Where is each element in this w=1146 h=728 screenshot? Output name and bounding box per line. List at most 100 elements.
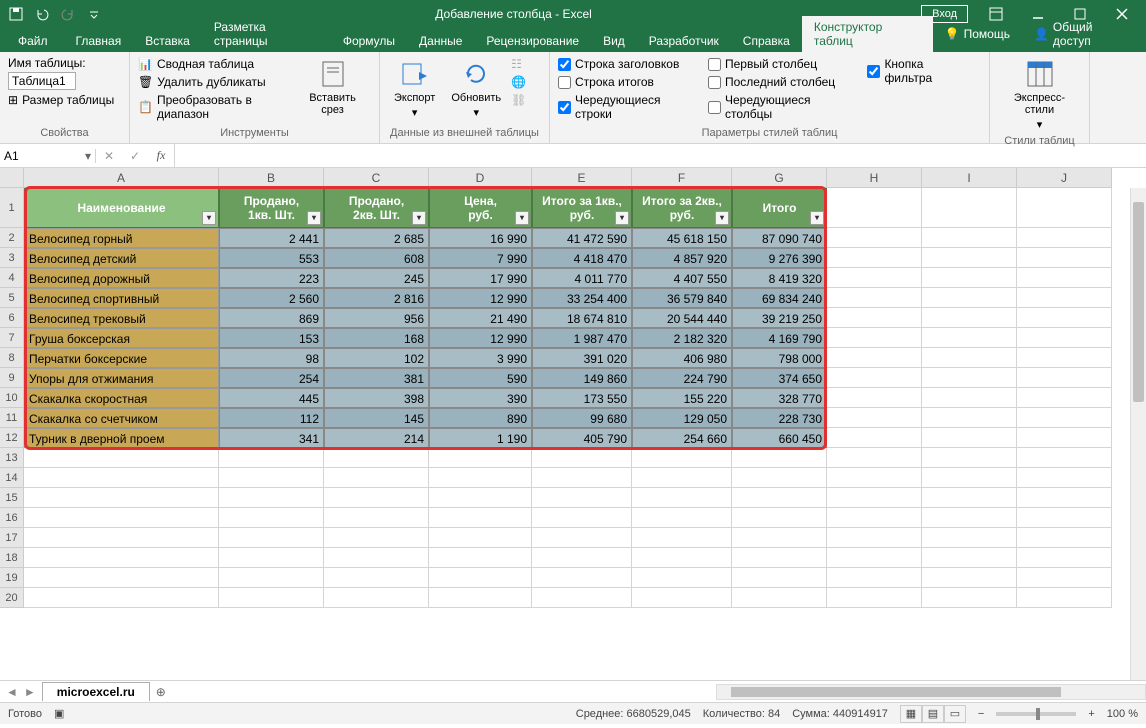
quick-styles-button[interactable]: Экспресс-стили▾ (998, 56, 1081, 133)
cell[interactable] (632, 508, 732, 528)
cell[interactable] (219, 588, 324, 608)
fx-icon[interactable]: fx (148, 144, 174, 168)
cell[interactable] (1017, 348, 1112, 368)
cell[interactable] (1017, 308, 1112, 328)
cell[interactable] (1017, 408, 1112, 428)
cell[interactable]: 173 550 (532, 388, 632, 408)
cell[interactable]: Велосипед детский (24, 248, 219, 268)
cell[interactable] (219, 468, 324, 488)
row-header[interactable]: 18 (0, 548, 24, 568)
cell[interactable] (324, 508, 429, 528)
cell[interactable]: Велосипед трековый (24, 308, 219, 328)
cell[interactable]: 33 254 400 (532, 288, 632, 308)
zoom-out-icon[interactable]: − (978, 708, 984, 720)
cell[interactable]: 328 770 (732, 388, 827, 408)
cell[interactable] (324, 488, 429, 508)
undo-icon[interactable] (30, 3, 54, 25)
properties-button[interactable]: ☷ (511, 56, 526, 72)
cell[interactable] (922, 308, 1017, 328)
tab-table-design[interactable]: Конструктор таблиц (802, 16, 933, 52)
slicer-button[interactable]: Вставить срез (294, 56, 371, 118)
cell[interactable] (827, 348, 922, 368)
cell[interactable]: 398 (324, 388, 429, 408)
cell[interactable] (532, 548, 632, 568)
tab-layout[interactable]: Разметка страницы (202, 16, 331, 52)
cell[interactable] (1017, 468, 1112, 488)
cell[interactable] (1017, 368, 1112, 388)
cell[interactable]: 228 730 (732, 408, 827, 428)
cell[interactable] (732, 448, 827, 468)
cell[interactable]: 406 980 (632, 348, 732, 368)
cell[interactable]: 254 (219, 368, 324, 388)
cell[interactable] (732, 508, 827, 528)
cell[interactable] (632, 568, 732, 588)
cell[interactable]: 1 987 470 (532, 328, 632, 348)
filter-icon[interactable]: ▾ (715, 211, 729, 225)
row-header[interactable]: 15 (0, 488, 24, 508)
cell[interactable] (532, 568, 632, 588)
cell[interactable]: 2 560 (219, 288, 324, 308)
cell[interactable] (922, 548, 1017, 568)
cell[interactable]: 87 090 740 (732, 228, 827, 248)
cell[interactable]: Велосипед горный (24, 228, 219, 248)
row-header[interactable]: 6 (0, 308, 24, 328)
cell[interactable] (827, 468, 922, 488)
cell[interactable] (1017, 428, 1112, 448)
cell[interactable]: 16 990 (429, 228, 532, 248)
row-header[interactable]: 19 (0, 568, 24, 588)
cell[interactable]: 381 (324, 368, 429, 388)
cell[interactable] (632, 468, 732, 488)
cell[interactable] (324, 588, 429, 608)
grid[interactable]: ABCDEFGHIJ 12345678910111213141516171819… (0, 168, 1146, 680)
chk-total-row[interactable]: Строка итогов (558, 74, 688, 90)
row-header[interactable]: 4 (0, 268, 24, 288)
table-header[interactable]: Продано,1кв. Шт.▾ (219, 188, 324, 228)
cell[interactable] (1017, 568, 1112, 588)
view-normal-icon[interactable]: ▦ (900, 705, 922, 723)
cell[interactable] (922, 468, 1017, 488)
tab-help[interactable]: Справка (731, 30, 802, 52)
cell[interactable] (922, 228, 1017, 248)
cell[interactable] (1017, 328, 1112, 348)
cell[interactable]: Скакалка со счетчиком (24, 408, 219, 428)
cell[interactable] (732, 468, 827, 488)
cancel-formula-icon[interactable]: ✕ (96, 144, 122, 168)
open-browser-button[interactable]: 🌐 (511, 74, 526, 90)
sheet-tab[interactable]: microexcel.ru (42, 682, 150, 701)
cell[interactable]: 405 790 (532, 428, 632, 448)
tab-developer[interactable]: Разработчик (637, 30, 731, 52)
chk-last-col[interactable]: Последний столбец (708, 74, 847, 90)
convert-range-button[interactable]: 📋Преобразовать в диапазон (138, 92, 290, 122)
col-header[interactable]: I (922, 168, 1017, 188)
cell[interactable] (922, 408, 1017, 428)
zoom-level[interactable]: 100 % (1107, 708, 1138, 720)
cell[interactable] (922, 268, 1017, 288)
horizontal-scrollbar[interactable] (716, 684, 1146, 700)
cell[interactable]: Велосипед дорожный (24, 268, 219, 288)
cell[interactable]: 98 (219, 348, 324, 368)
cell[interactable] (1017, 528, 1112, 548)
cell[interactable]: 153 (219, 328, 324, 348)
row-header[interactable]: 12 (0, 428, 24, 448)
cell[interactable] (827, 508, 922, 528)
cell[interactable] (1017, 268, 1112, 288)
cell[interactable]: 214 (324, 428, 429, 448)
cell[interactable]: 445 (219, 388, 324, 408)
cell[interactable]: 4 418 470 (532, 248, 632, 268)
cell[interactable] (219, 568, 324, 588)
tell-me[interactable]: 💡Помощь (933, 23, 1022, 45)
export-button[interactable]: Экспорт▾ (388, 56, 441, 121)
cell[interactable] (922, 348, 1017, 368)
row-header[interactable]: 7 (0, 328, 24, 348)
cell[interactable]: 4 857 920 (632, 248, 732, 268)
filter-icon[interactable]: ▾ (810, 211, 824, 225)
table-header[interactable]: Итого▾ (732, 188, 827, 228)
cell[interactable]: 374 650 (732, 368, 827, 388)
cell[interactable]: 45 618 150 (632, 228, 732, 248)
cell[interactable] (732, 548, 827, 568)
cell[interactable]: Упоры для отжимания (24, 368, 219, 388)
cell[interactable] (922, 248, 1017, 268)
cell[interactable] (632, 488, 732, 508)
cell[interactable]: 102 (324, 348, 429, 368)
table-header[interactable]: Итого за 1кв.,руб.▾ (532, 188, 632, 228)
